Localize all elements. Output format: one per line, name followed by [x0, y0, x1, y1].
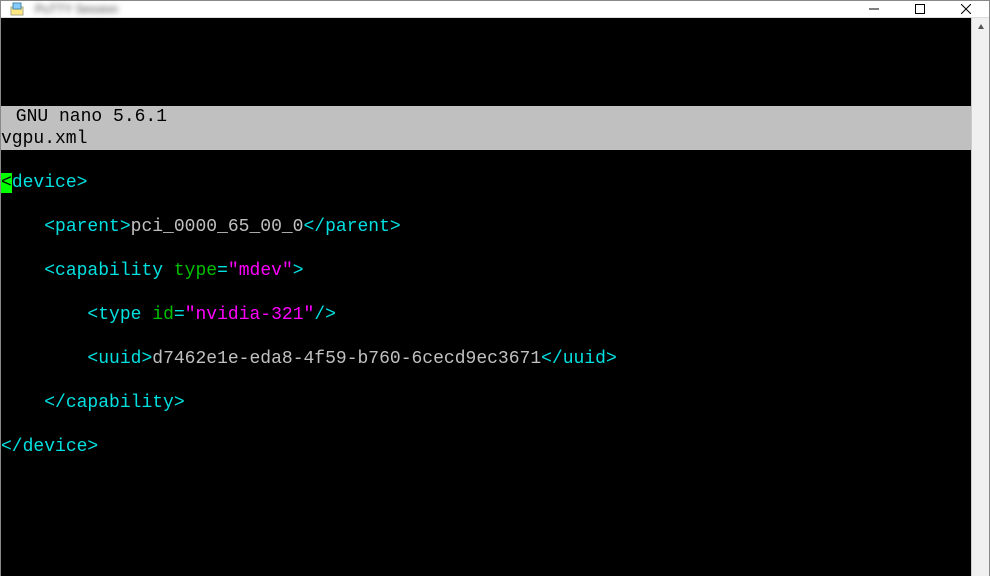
close-button[interactable] — [943, 1, 989, 17]
terminal[interactable]: GNU nano 5.6.1 vgpu.xml <device> <parent… — [1, 18, 971, 576]
nano-app-name: GNU nano 5.6.1 — [1, 106, 167, 128]
editor-body[interactable]: <device> <parent>pci_0000_65_00_0</paren… — [1, 150, 971, 576]
app-window: PuTTY Session GNU nano 5.6.1 vgpu.xml <d… — [0, 0, 990, 576]
putty-icon — [9, 1, 25, 17]
vertical-scrollbar[interactable] — [971, 18, 989, 576]
minimize-button[interactable] — [851, 1, 897, 17]
parent-value: pci_0000_65_00_0 — [131, 217, 304, 237]
window-title: PuTTY Session — [33, 2, 118, 16]
scroll-track[interactable] — [972, 36, 989, 576]
window-titlebar[interactable]: PuTTY Session — [1, 1, 989, 18]
uuid-value: d7462e1e-eda8-4f59-b760-6cecd9ec3671 — [152, 349, 541, 369]
maximize-button[interactable] — [897, 1, 943, 17]
nano-topbar: GNU nano 5.6.1 vgpu.xml — [1, 62, 971, 84]
window-content: GNU nano 5.6.1 vgpu.xml <device> <parent… — [1, 18, 989, 576]
type-id: nvidia-321 — [196, 305, 304, 325]
nano-filename: vgpu.xml — [1, 128, 971, 150]
scroll-up-button[interactable] — [972, 18, 989, 36]
capability-type: mdev — [239, 261, 282, 281]
